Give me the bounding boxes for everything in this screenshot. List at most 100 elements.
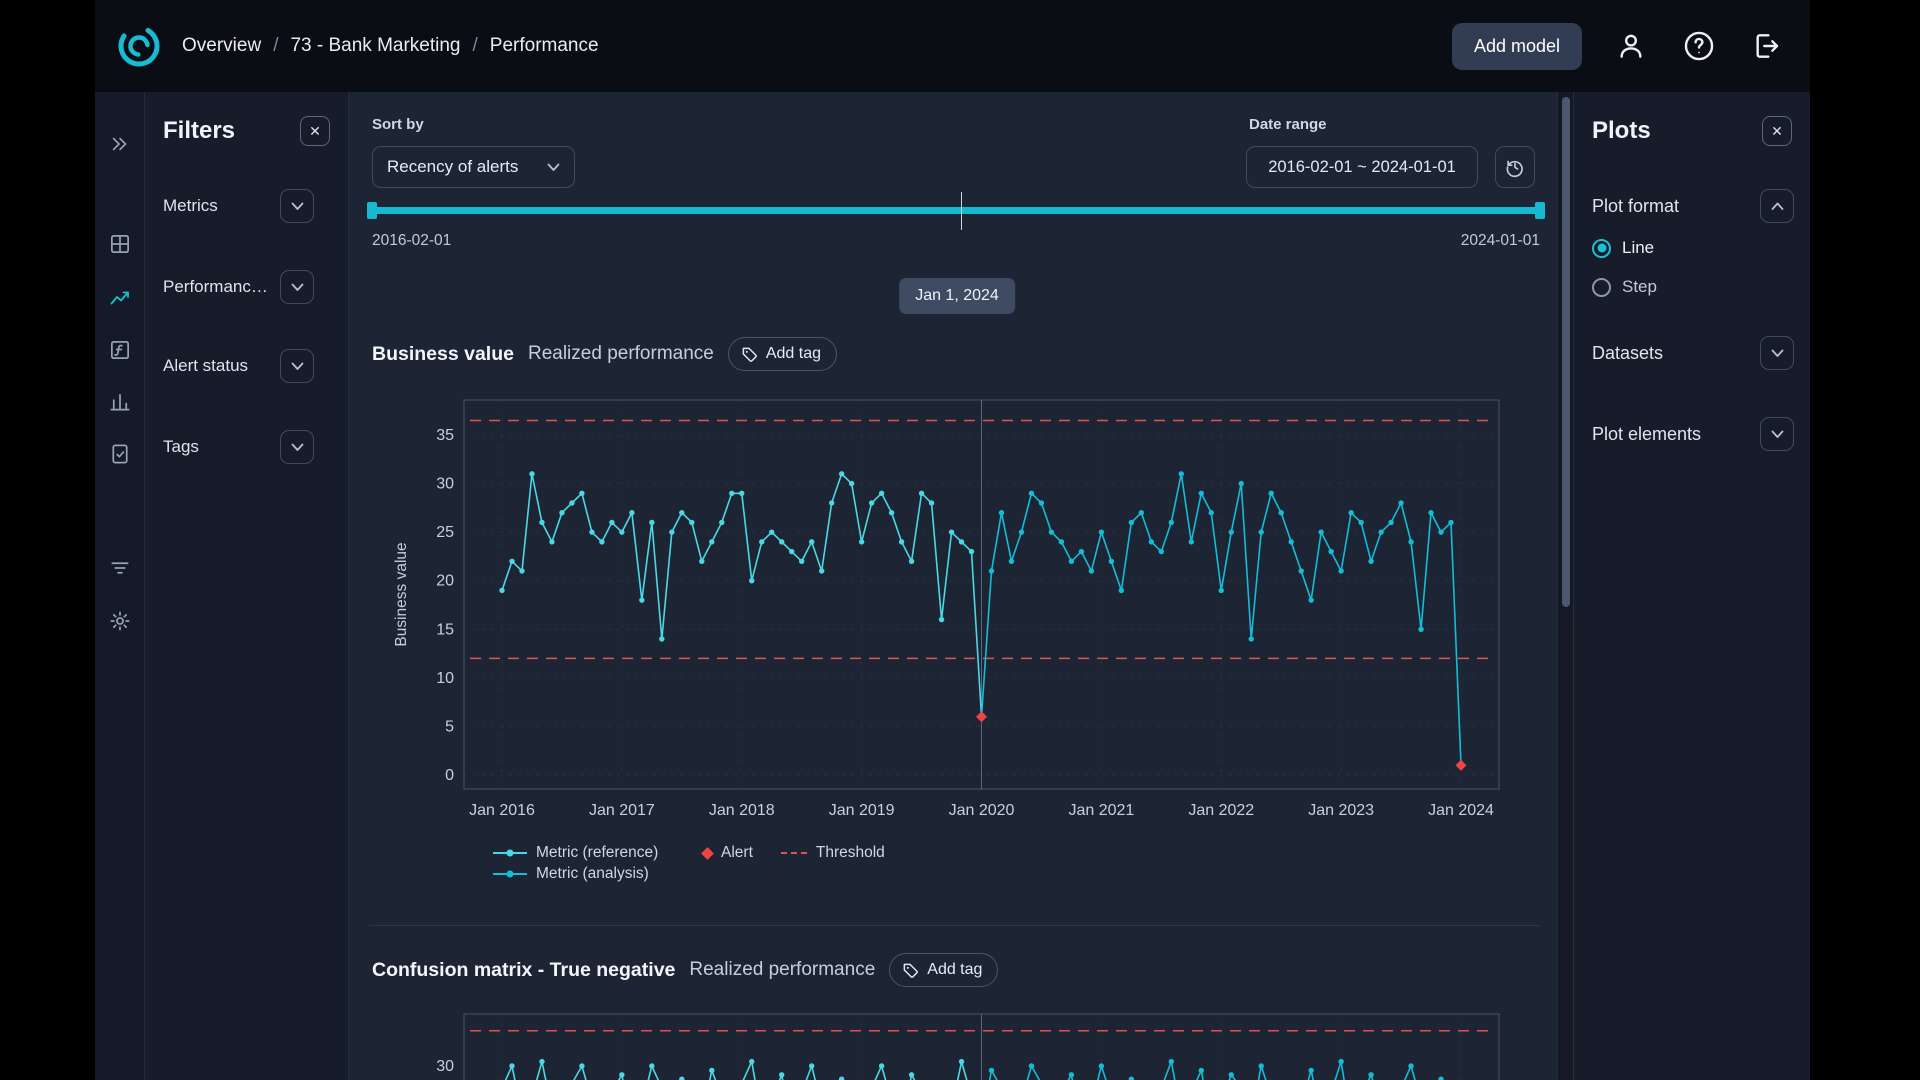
svg-text:Jan 2024: Jan 2024 [1428, 802, 1494, 819]
svg-text:10: 10 [436, 670, 454, 687]
legend-item-alert: Alert [703, 844, 753, 862]
slider-end-label: 2024-01-01 [1461, 232, 1540, 250]
plot-format-row: Plot format [1592, 189, 1794, 223]
nav-table-view[interactable] [106, 231, 133, 258]
slider-handle-end[interactable] [1535, 202, 1545, 219]
confusion-matrix-chart: 30 [372, 1012, 1532, 1080]
plots-panel: Plots ✕ Plot format Line Step Datasets [1573, 92, 1810, 1080]
legend-label: Alert [721, 844, 753, 862]
tag-icon [741, 346, 758, 363]
alert-status-expand-button[interactable] [280, 349, 314, 383]
radio-unselected-icon [1592, 278, 1611, 297]
vertical-scrollbar[interactable] [1557, 92, 1573, 1080]
plot-elements-label: Plot elements [1592, 424, 1701, 445]
legend-item-reference: Metric (reference) [493, 844, 675, 862]
svg-text:20: 20 [436, 573, 454, 590]
chevron-down-icon [547, 163, 560, 172]
add-tag-button[interactable]: Add tag [889, 953, 998, 987]
plots-close-button[interactable]: ✕ [1762, 116, 1792, 146]
gear-icon [108, 610, 131, 633]
breadcrumb-overview[interactable]: Overview [182, 35, 261, 57]
svg-text:Jan 2019: Jan 2019 [829, 802, 895, 819]
radio-label-line: Line [1622, 238, 1654, 258]
legend-label: Metric (analysis) [536, 865, 649, 883]
chevron-down-icon [1771, 349, 1784, 358]
filters-header: Filters ✕ [163, 116, 330, 146]
chart-legend: Metric (reference) Alert Threshold [493, 844, 885, 883]
user-account-button[interactable] [1612, 27, 1650, 65]
section-subtitle: Realized performance [689, 959, 875, 981]
datasets-label: Datasets [1592, 343, 1663, 364]
section-header-business-value: Business value Realized performance Add … [372, 336, 837, 372]
plot-format-option-step[interactable]: Step [1592, 274, 1657, 300]
radio-selected-icon [1592, 239, 1611, 258]
date-range-reset-button[interactable] [1495, 146, 1535, 188]
legend-item-threshold: Threshold [781, 844, 885, 862]
slider-handle-start[interactable] [367, 202, 377, 219]
plot-format-option-line[interactable]: Line [1592, 235, 1654, 261]
section-title: Business value [372, 343, 514, 366]
chevron-down-icon [291, 362, 304, 371]
section-header-confusion-matrix: Confusion matrix - True negative Realize… [372, 952, 998, 988]
alert-diamond-swatch [701, 847, 714, 860]
nav-function-view[interactable] [106, 337, 133, 364]
content-row: Filters ✕ Metrics Performanc… Alert stat… [95, 92, 1810, 1080]
svg-text:Jan 2023: Jan 2023 [1308, 802, 1374, 819]
help-button[interactable] [1680, 27, 1718, 65]
sort-by-dropdown[interactable]: Recency of alerts [372, 146, 575, 188]
nav-performance-view[interactable] [106, 284, 134, 312]
filter-label-alert-status: Alert status [163, 356, 248, 376]
tags-expand-button[interactable] [280, 430, 314, 464]
chevron-down-icon [291, 283, 304, 292]
nav-reports-view[interactable] [106, 441, 133, 468]
breadcrumb-model[interactable]: 73 - Bank Marketing [290, 35, 460, 57]
svg-text:Jan 2018: Jan 2018 [709, 802, 775, 819]
add-tag-button[interactable]: Add tag [728, 337, 837, 371]
filter-lines-icon [108, 557, 131, 580]
date-range-label: Date range [1249, 116, 1327, 133]
metrics-expand-button[interactable] [280, 189, 314, 223]
sort-by-label: Sort by [372, 116, 424, 133]
svg-text:Jan 2017: Jan 2017 [589, 802, 655, 819]
radio-label-step: Step [1622, 277, 1657, 297]
date-range-input[interactable]: 2016-02-01 ~ 2024-01-01 [1246, 146, 1478, 188]
plots-header: Plots ✕ [1592, 116, 1792, 146]
user-icon [1615, 30, 1647, 62]
plot-elements-expand-button[interactable] [1760, 417, 1794, 451]
slider-cursor[interactable] [961, 192, 962, 230]
breadcrumb-performance[interactable]: Performance [490, 35, 599, 57]
tag-icon [902, 962, 919, 979]
nav-distribution-view[interactable] [106, 389, 133, 416]
logout-button[interactable] [1748, 27, 1786, 65]
add-tag-label: Add tag [766, 345, 821, 363]
chevron-down-icon [291, 202, 304, 211]
svg-text:15: 15 [436, 621, 454, 638]
filters-title: Filters [163, 117, 235, 145]
filter-label-performance: Performanc… [163, 277, 268, 297]
plot-format-collapse-button[interactable] [1760, 189, 1794, 223]
threshold-dash-swatch [781, 852, 807, 854]
filter-row-performance: Performanc… [163, 270, 314, 304]
brand-logo-icon[interactable] [116, 23, 162, 69]
filters-close-button[interactable]: ✕ [300, 116, 330, 146]
date-range-slider-track[interactable] [372, 207, 1540, 214]
trend-line-icon [108, 286, 132, 310]
function-icon [108, 339, 131, 362]
help-icon [1682, 29, 1716, 63]
legend-label: Threshold [816, 844, 885, 862]
nav-filter-settings[interactable] [106, 555, 133, 582]
nav-settings[interactable] [106, 608, 133, 635]
section-title: Confusion matrix - True negative [372, 959, 675, 982]
datasets-expand-button[interactable] [1760, 336, 1794, 370]
svg-text:25: 25 [436, 524, 454, 541]
double-chevron-right-icon [109, 133, 131, 155]
add-model-button[interactable]: Add model [1452, 23, 1582, 70]
expand-sidebar-button[interactable] [107, 131, 133, 157]
top-bar: Overview / 73 - Bank Marketing / Perform… [95, 0, 1810, 92]
bar-chart-icon [108, 391, 131, 414]
section-divider [369, 925, 1540, 926]
performance-expand-button[interactable] [280, 270, 314, 304]
reference-line-swatch [493, 852, 527, 854]
scrollbar-thumb[interactable] [1562, 97, 1570, 607]
plots-title: Plots [1592, 117, 1651, 145]
